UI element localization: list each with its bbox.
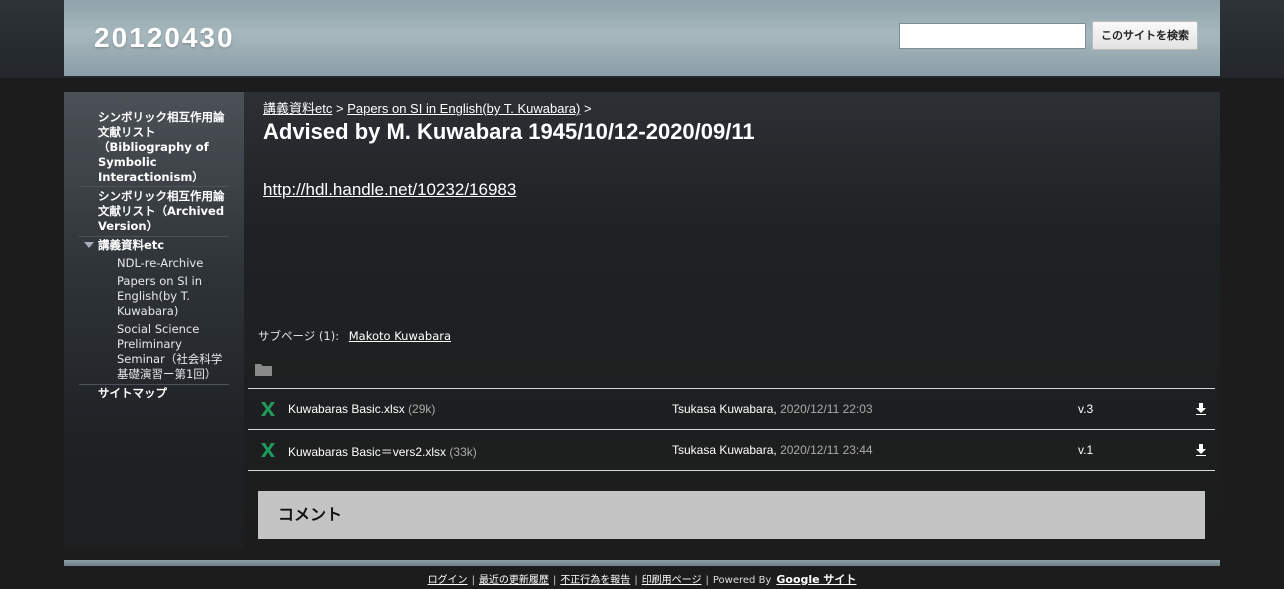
page-title: Advised by M. Kuwabara 1945/10/12-2020/0… xyxy=(263,119,755,144)
breadcrumb: 講義資料etc > Papers on SI in English(by T. … xyxy=(263,98,592,117)
subpage-link[interactable]: Makoto Kuwabara xyxy=(349,329,451,343)
attachment-version[interactable]: v.1 xyxy=(1078,443,1093,457)
sidebar-item-archived[interactable]: シンボリック相互作用論文献リスト（Archived Version） xyxy=(79,189,229,234)
site-header: 20120430 このサイトを検索 xyxy=(64,0,1220,76)
breadcrumb-link-lectures[interactable]: 講義資料etc xyxy=(263,101,332,116)
sidebar-item-label: サイトマップ xyxy=(98,386,167,400)
expand-triangle-icon[interactable] xyxy=(84,242,94,248)
footer-link-print-page[interactable]: 印刷用ページ xyxy=(642,575,702,586)
attachment-author: Tsukasa Kuwabara, xyxy=(672,443,777,457)
attachment-author: Tsukasa Kuwabara, xyxy=(672,402,777,416)
sidebar-item-label: シンボリック相互作用論文献リスト（Bibliography of Symboli… xyxy=(98,110,225,184)
sidebar-divider xyxy=(79,236,229,237)
sidebar-item-label: Social Science Preliminary Seminar（社会科学基… xyxy=(117,322,223,381)
handle-link[interactable]: http://hdl.handle.net/10232/16983 xyxy=(263,180,516,200)
sidebar-item-bibliography[interactable]: シンボリック相互作用論文献リスト（Bibliography of Symboli… xyxy=(79,110,229,185)
main-content: 講義資料etc > Papers on SI in English(by T. … xyxy=(244,92,1220,549)
footer-link-recent-changes[interactable]: 最近の更新履歴 xyxy=(479,575,549,586)
sidebar-divider xyxy=(79,186,229,187)
comments-section: コメント xyxy=(258,491,1205,539)
footer-link-report-abuse[interactable]: 不正行為を報告 xyxy=(560,575,630,586)
search-button[interactable]: このサイトを検索 xyxy=(1092,21,1198,50)
subpages-label: サブページ (1): xyxy=(258,329,340,343)
attachment-name[interactable]: Kuwabaras Basic＝vers2.xlsx xyxy=(288,445,446,459)
sidebar-item-label: シンボリック相互作用論文献リスト（Archived Version） xyxy=(98,189,225,233)
attachment-date: 2020/12/11 22:03 xyxy=(780,402,873,416)
footer-link-google-sites[interactable]: Google サイト xyxy=(776,573,856,586)
footer: ログイン | 最近の更新履歴 | 不正行為を報告 | 印刷用ページ | Powered By Go… xyxy=(427,573,857,586)
sidebar-item-lectures[interactable]: 講義資料etc xyxy=(79,238,229,253)
subpages-list: サブページ (1): Makoto Kuwabara xyxy=(258,328,451,344)
attachment-version[interactable]: v.3 xyxy=(1078,402,1093,416)
attachment-name[interactable]: Kuwabaras Basic.xlsx xyxy=(288,402,405,416)
attachment-size: (33k) xyxy=(449,445,477,459)
attachment-row: Kuwabaras Basic＝vers2.xlsx (33k) Tsukasa… xyxy=(248,430,1215,470)
sidebar: シンボリック相互作用論文献リスト（Bibliography of Symboli… xyxy=(64,92,244,549)
excel-file-icon xyxy=(261,402,275,416)
footer-bar xyxy=(64,560,1220,566)
download-icon[interactable] xyxy=(1196,444,1206,456)
sidebar-item-label: NDL-re-Archive xyxy=(117,256,204,270)
sidebar-divider xyxy=(79,384,229,385)
attachment-date: 2020/12/11 23:44 xyxy=(780,443,873,457)
sidebar-item-label: 講義資料etc xyxy=(98,238,165,252)
excel-file-icon xyxy=(261,443,275,457)
sidebar-subitem-papers-si[interactable]: Papers on SI in English(by T. Kuwabara) xyxy=(79,274,229,319)
site-title[interactable]: 20120430 xyxy=(94,22,235,54)
sidebar-item-sitemap[interactable]: サイトマップ xyxy=(79,386,229,401)
attachment-row: Kuwabaras Basic.xlsx (29k) Tsukasa Kuwab… xyxy=(248,389,1215,429)
breadcrumb-link-papers-si[interactable]: Papers on SI in English(by T. Kuwabara) xyxy=(347,101,580,116)
breadcrumb-separator: > xyxy=(583,101,592,116)
comments-title: コメント xyxy=(278,505,343,524)
sidebar-item-label: Papers on SI in English(by T. Kuwabara) xyxy=(117,274,203,318)
attachment-divider xyxy=(248,470,1215,471)
footer-link-login[interactable]: ログイン xyxy=(428,575,468,586)
search-input[interactable] xyxy=(899,23,1086,49)
sidebar-subitem-seminar[interactable]: Social Science Preliminary Seminar（社会科学基… xyxy=(79,322,229,382)
footer-powered-by: Powered By xyxy=(712,575,772,586)
attachment-size: (29k) xyxy=(408,402,436,416)
download-icon[interactable] xyxy=(1196,403,1206,415)
breadcrumb-separator: > xyxy=(335,101,344,116)
sidebar-subitem-ndl[interactable]: NDL-re-Archive xyxy=(79,256,229,271)
folder-icon[interactable] xyxy=(255,363,272,376)
